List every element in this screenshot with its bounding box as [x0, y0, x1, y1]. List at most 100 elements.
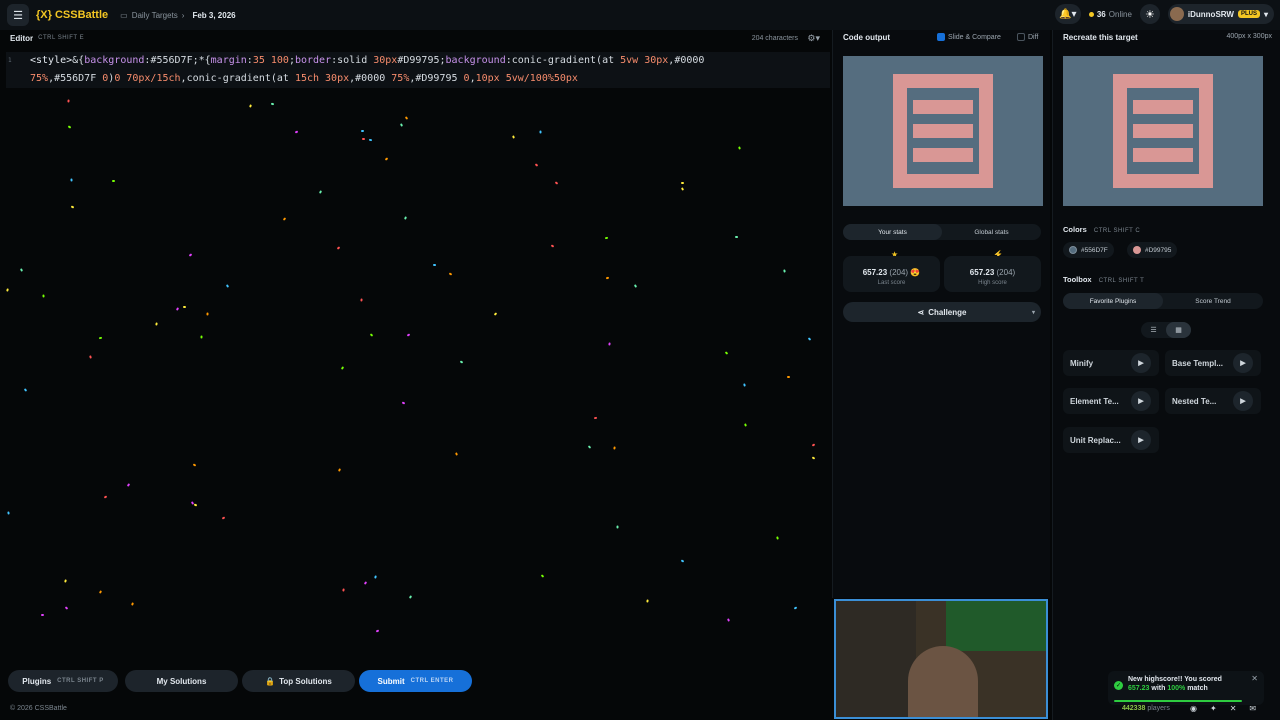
username: iDunnoSRW	[1187, 9, 1234, 19]
high-score-label: High score	[978, 280, 1007, 286]
challenge-button[interactable]: ⋖ Challenge ▾	[843, 302, 1041, 322]
confetti-piece	[67, 99, 70, 103]
my-solutions-button[interactable]: My Solutions	[125, 670, 238, 692]
x-icon[interactable]: ✕	[1230, 704, 1237, 713]
confetti-piece	[554, 181, 559, 186]
submit-button[interactable]: Submit CTRL ENTER	[359, 670, 472, 692]
confetti-piece	[155, 322, 158, 326]
confetti-piece	[70, 178, 73, 182]
menu-icon[interactable]: ☰	[7, 4, 29, 26]
confetti-piece	[19, 268, 23, 273]
confetti-piece	[104, 495, 108, 499]
plugin-minify[interactable]: Minify ▶	[1063, 350, 1159, 376]
color-swatch[interactable]: #D99795	[1127, 242, 1178, 258]
confetti-piece	[42, 294, 46, 298]
confetti-piece	[192, 463, 197, 467]
plugin-unit-replacer[interactable]: Unit Replac... ▶	[1063, 427, 1159, 453]
chevron-down-icon[interactable]: ▾	[1032, 309, 1035, 316]
play-icon[interactable]: ▶	[1131, 353, 1151, 373]
confetti-piece	[130, 602, 134, 607]
breadcrumb-date: Feb 3, 2026	[192, 10, 236, 20]
editor-settings-gear-icon[interactable]: ⚙▾	[807, 33, 820, 44]
confetti-piece	[455, 452, 458, 457]
high-score-card: 657.23 (204) High score	[944, 256, 1041, 292]
confetti-piece	[432, 264, 436, 267]
confetti-piece	[539, 130, 542, 134]
target-panel: Recreate this target 400px x 300px Color…	[1052, 30, 1280, 720]
tab-your-stats[interactable]: Your stats	[843, 224, 942, 240]
confetti-piece	[336, 246, 341, 251]
close-icon[interactable]: ✕	[1251, 674, 1258, 683]
discord-icon[interactable]: ◉	[1190, 704, 1197, 713]
social-links: ◉ ✦ ✕ ✉	[1190, 704, 1256, 713]
confetti-piece	[340, 365, 345, 370]
confetti-piece	[65, 605, 69, 610]
check-icon: ✓	[1114, 681, 1123, 690]
confetti-piece	[541, 574, 545, 578]
confetti-piece	[807, 336, 812, 341]
confetti-piece	[406, 333, 410, 337]
confetti-piece	[270, 103, 275, 106]
diff-toggle[interactable]: Diff	[1017, 33, 1038, 41]
color-swatch[interactable]: #556D7F	[1063, 242, 1114, 258]
tab-favorite-plugins[interactable]: Favorite Plugins	[1063, 293, 1163, 309]
stats-tabs: Your stats Global stats	[843, 224, 1041, 240]
notifications-bell-icon[interactable]: 🔔▾	[1054, 4, 1081, 24]
plugin-element-template[interactable]: Element Te... ▶	[1063, 388, 1159, 414]
play-icon[interactable]: ▶	[1131, 391, 1151, 411]
theme-toggle-sun-icon[interactable]: ☀	[1139, 4, 1160, 24]
confetti-piece	[459, 360, 463, 364]
players-count: 442338 players	[1122, 705, 1170, 712]
confetti-piece	[604, 237, 608, 240]
slide-compare-toggle[interactable]: Slide & Compare	[937, 33, 1001, 41]
confetti-piece	[282, 216, 287, 221]
email-icon[interactable]: ✉	[1249, 704, 1256, 713]
editor-shortcut: CTRL SHIFT E	[38, 35, 85, 41]
confetti-piece	[205, 312, 209, 316]
logo[interactable]: {X} CSSBattle	[36, 9, 108, 21]
grid-view-icon[interactable]: ▦	[1166, 322, 1191, 338]
tab-global-stats[interactable]: Global stats	[942, 224, 1041, 240]
confetti-piece	[369, 333, 373, 337]
confetti-piece	[738, 145, 742, 150]
tab-score-trend[interactable]: Score Trend	[1163, 293, 1263, 309]
plugins-button[interactable]: Plugins CTRL SHIFT P	[8, 670, 118, 692]
plus-badge: PLUS	[1237, 10, 1260, 18]
code-editor[interactable]: 1 <style>&{background:#556D7F;*{margin:3…	[6, 52, 830, 88]
code-output-preview[interactable]	[843, 56, 1043, 206]
bluesky-icon[interactable]: ✦	[1210, 704, 1217, 713]
bottom-bar: Plugins CTRL SHIFT P My Solutions 🔒 Top …	[0, 670, 830, 692]
play-icon[interactable]: ▶	[1233, 391, 1253, 411]
confetti-piece	[375, 629, 380, 633]
confetti-piece	[680, 559, 685, 563]
confetti-overlay	[0, 88, 830, 658]
online-dot-icon	[1088, 11, 1094, 17]
checkbox-icon[interactable]	[1017, 33, 1025, 41]
confetti-piece	[680, 182, 685, 185]
plugin-base-template[interactable]: Base Templ... ▶	[1165, 350, 1261, 376]
calendar-icon: ▭	[120, 10, 128, 20]
list-view-icon[interactable]: ☰	[1141, 322, 1166, 338]
confetti-piece	[221, 516, 225, 520]
top-solutions-button[interactable]: 🔒 Top Solutions	[242, 670, 355, 692]
play-icon[interactable]: ▶	[1233, 353, 1253, 373]
breadcrumb-daily-targets[interactable]: Daily Targets	[132, 11, 178, 20]
toolbox-section-label: Toolbox CTRL SHIFT T	[1063, 275, 1145, 284]
confetti-piece	[680, 187, 684, 191]
user-menu[interactable]: iDunnoSRW PLUS ▾	[1167, 4, 1274, 24]
confetti-piece	[535, 163, 539, 167]
confetti-piece	[734, 235, 738, 239]
confetti-piece	[403, 215, 407, 220]
confetti-piece	[511, 135, 515, 140]
code-line-1[interactable]: <style>&{background:#556D7F;*{margin:35 …	[30, 52, 704, 70]
confetti-piece	[126, 483, 130, 487]
confetti-piece	[783, 269, 787, 273]
last-score-card: 657.23 (204) 😍 Last score	[843, 256, 940, 292]
confetti-piece	[23, 387, 27, 392]
target-image[interactable]	[1063, 56, 1263, 206]
confetti-piece	[645, 599, 649, 603]
plugin-nested-template[interactable]: Nested Te... ▶	[1165, 388, 1261, 414]
checkbox-checked-icon[interactable]	[937, 33, 945, 41]
play-icon[interactable]: ▶	[1131, 430, 1151, 450]
code-line-1-wrap[interactable]: 75%,#556D7F 0)0 70px/15ch,conic-gradient…	[30, 70, 578, 88]
